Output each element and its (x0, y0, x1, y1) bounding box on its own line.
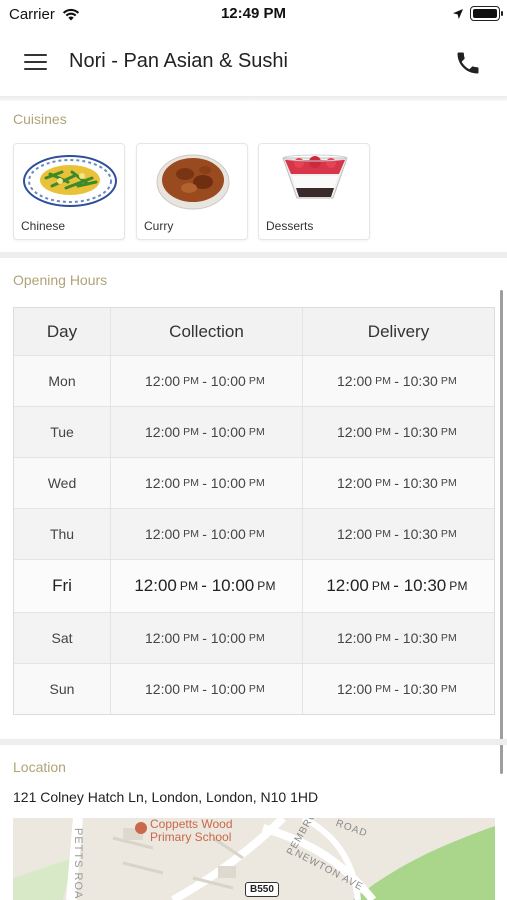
table-header-row: Day Collection Delivery (14, 308, 494, 356)
collection-hours-cell: 12:00 PM - 10:00 PM (111, 664, 303, 714)
scrollbar[interactable] (500, 290, 503, 774)
opening-hours-heading: Opening Hours (13, 272, 108, 288)
app-header: Nori - Pan Asian & Sushi (0, 30, 507, 96)
day-cell: Wed (14, 458, 111, 508)
location-heading: Location (13, 759, 66, 775)
battery-icon (470, 6, 503, 21)
table-row: Sun 12:00 PM - 10:00 PM 12:00 PM - 10:30 PM (14, 664, 494, 714)
day-cell: Thu (14, 509, 111, 559)
table-row-today: Fri 12:00 PM - 10:00 PM 12:00 PM - 10:30 PM (14, 560, 494, 613)
delivery-hours-cell: 12:00 PM - 10:30 PM (337, 681, 457, 697)
day-cell: Mon (14, 356, 111, 406)
cuisine-label-chinese: Chinese (21, 219, 66, 233)
column-header-day: Day (14, 308, 111, 355)
delivery-hours-cell: 12:00 PM - 10:30 PM (337, 424, 457, 440)
table-row: Mon 12:00 PM - 10:00 PM 12:00 PM - 10:30 PM (14, 356, 494, 407)
delivery-hours-cell: 12:00 PM - 10:30 PM (326, 576, 468, 595)
day-cell: Fri (14, 560, 111, 612)
location-services-icon (453, 9, 463, 19)
map-route-badge: B550 (245, 882, 279, 897)
cuisine-card-desserts[interactable]: Desserts (258, 143, 370, 240)
opening-hours-table: Day Collection Delivery Mon 12:00 PM - 10:… (13, 307, 495, 715)
curry-bowl-image (156, 154, 230, 210)
collection-hours-cell: 12:00 PM - 10:00 PM (111, 509, 303, 559)
map-road-label: PETTS ROAD (72, 828, 84, 900)
table-row: Wed 12:00 PM - 10:00 PM 12:00 PM - 10:30 PM (14, 458, 494, 509)
delivery-hours-cell: 12:00 PM - 10:30 PM (337, 630, 457, 646)
table-row: Tue 12:00 PM - 10:00 PM 12:00 PM - 10:30 PM (14, 407, 494, 458)
dessert-glass-image (282, 154, 348, 199)
restaurant-address: 121 Colney Hatch Ln, London, London, N10… (13, 789, 319, 805)
status-time: 12:49 PM (220, 5, 287, 22)
header-divider (0, 96, 507, 101)
table-row: Thu 12:00 PM - 10:00 PM 12:00 PM - 10:30 PM (14, 509, 494, 560)
phone-icon[interactable] (454, 49, 482, 77)
delivery-hours-cell: 12:00 PM - 10:30 PM (337, 526, 457, 542)
cuisine-label-curry: Curry (144, 219, 174, 233)
column-header-collection: Collection (111, 308, 303, 355)
collection-hours-cell: 12:00 PM - 10:00 PM (111, 356, 303, 406)
column-header-delivery: Delivery (367, 321, 430, 341)
app-screen: Carrier 12:49 PM Nori - Pan Asian & Sush… (0, 0, 507, 900)
day-cell: Tue (14, 407, 111, 457)
cuisine-card-curry[interactable]: Curry (136, 143, 248, 240)
map-poi-label: Coppetts Wood Primary School (150, 818, 233, 844)
status-bar: Carrier 12:49 PM (0, 0, 507, 30)
delivery-hours-cell: 12:00 PM - 10:30 PM (337, 475, 457, 491)
delivery-hours-cell: 12:00 PM - 10:30 PM (337, 373, 457, 389)
stir-fry-plate-image (23, 155, 117, 207)
page-title: Nori - Pan Asian & Sushi (69, 50, 288, 72)
collection-hours-cell: 12:00 PM - 10:00 PM (111, 560, 303, 612)
section-divider (0, 252, 507, 258)
day-cell: Sun (14, 664, 111, 714)
cuisine-label-desserts: Desserts (266, 219, 314, 233)
table-row: Sat 12:00 PM - 10:00 PM 12:00 PM - 10:30 PM (14, 613, 494, 664)
hamburger-menu-icon[interactable] (24, 52, 48, 72)
day-cell: Sat (14, 613, 111, 663)
section-divider (0, 739, 507, 745)
cuisines-heading: Cuisines (13, 111, 67, 127)
collection-hours-cell: 12:00 PM - 10:00 PM (111, 407, 303, 457)
collection-hours-cell: 12:00 PM - 10:00 PM (111, 458, 303, 508)
cuisine-card-chinese[interactable]: Chinese (13, 143, 125, 240)
location-map[interactable]: PETTS ROAD Coppetts Wood Primary School … (13, 818, 495, 900)
collection-hours-cell: 12:00 PM - 10:00 PM (111, 613, 303, 663)
